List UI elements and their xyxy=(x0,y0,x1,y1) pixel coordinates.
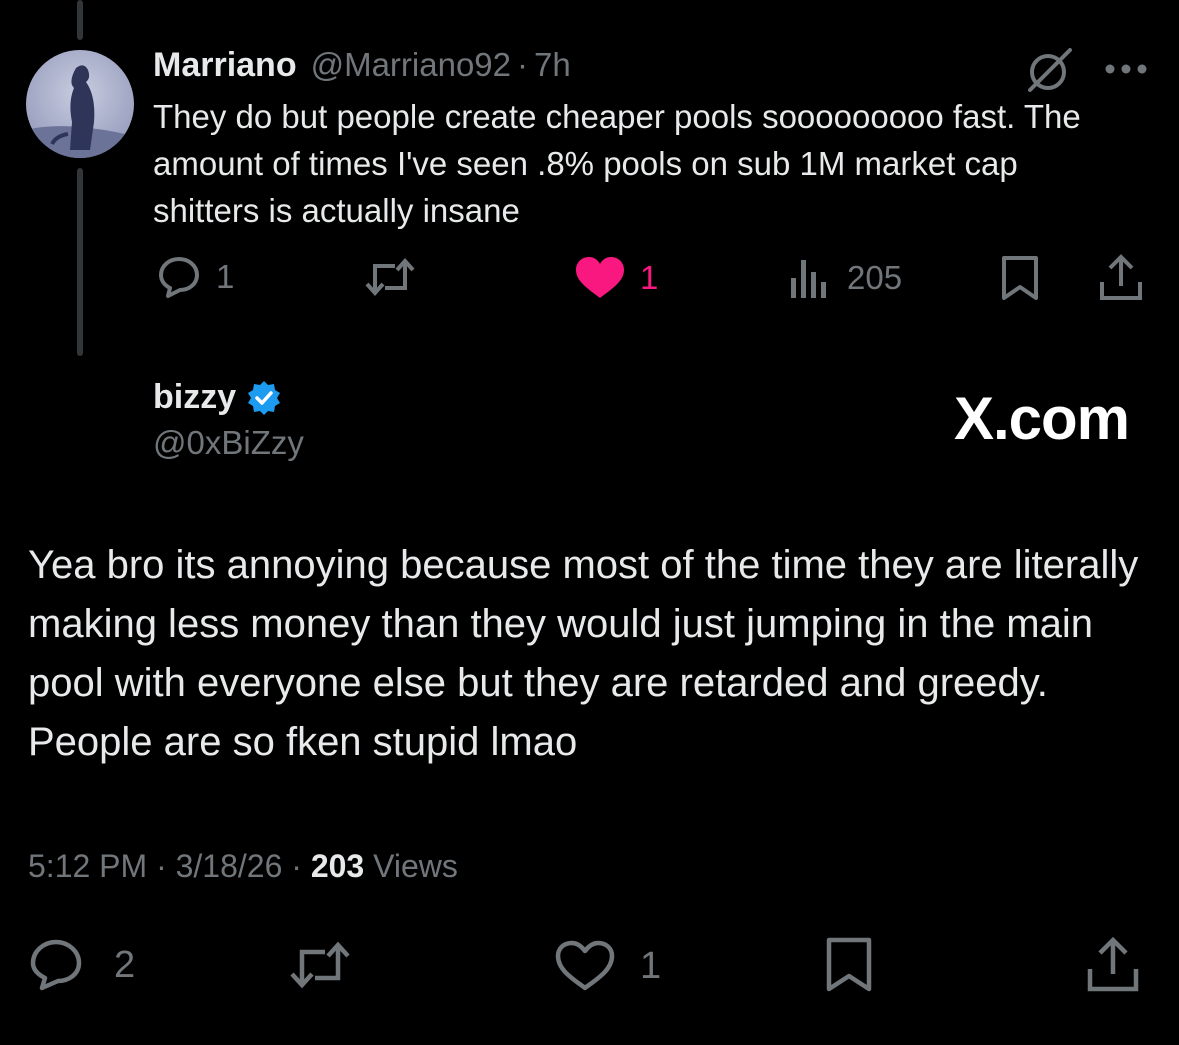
main-like-count: 1 xyxy=(640,944,662,987)
views-icon xyxy=(791,260,826,298)
main-retweet-button[interactable] xyxy=(287,940,353,990)
bookmark-icon xyxy=(826,937,872,992)
share-icon xyxy=(1100,254,1142,300)
main-reply-count: 2 xyxy=(114,943,136,986)
retweet-icon xyxy=(365,257,415,297)
views-count: 205 xyxy=(847,259,903,296)
reply-header: Marriano @Marriano92 · 7h xyxy=(153,46,571,85)
post-date[interactable]: 3/18/26 xyxy=(176,848,283,884)
reply-time[interactable]: 7h xyxy=(534,46,571,84)
reply-count: 1 xyxy=(216,258,235,295)
retweet-button[interactable] xyxy=(363,256,417,298)
reply-author-handle[interactable]: @Marriano92 xyxy=(311,46,511,84)
main-bookmark-button[interactable] xyxy=(822,936,876,999)
share-icon xyxy=(1087,936,1139,992)
separator: · xyxy=(291,848,302,884)
share-button[interactable] xyxy=(1098,254,1144,307)
avatar[interactable] xyxy=(26,50,134,158)
post-time[interactable]: 5:12 PM xyxy=(28,848,147,884)
more-icon[interactable] xyxy=(1104,62,1148,81)
reply-author-name[interactable]: Marriano xyxy=(153,46,297,85)
main-reply-button[interactable]: 2 xyxy=(28,938,135,992)
main-share-button[interactable] xyxy=(1085,936,1141,999)
like-count: 1 xyxy=(640,259,659,296)
xcom-watermark: X.com xyxy=(953,385,1130,452)
main-post-text: Yea bro its annoying because most of the… xyxy=(28,543,1139,764)
separator: · xyxy=(517,46,529,83)
separator: · xyxy=(156,848,167,884)
post-meta: 5:12 PM · 3/18/26 · 203 Views xyxy=(28,848,458,885)
main-author-handle[interactable]: @0xBiZzy xyxy=(153,424,304,462)
like-icon xyxy=(576,257,624,298)
reply-text: They do but people create cheaper pools … xyxy=(153,98,1081,229)
views-button[interactable]: 205 xyxy=(789,256,902,300)
like-button[interactable]: 1 xyxy=(574,256,658,300)
thread-line xyxy=(77,168,83,356)
retweet-icon xyxy=(290,941,350,989)
bookmark-icon xyxy=(1002,256,1038,300)
bookmark-button[interactable] xyxy=(998,254,1042,307)
views-label: Views xyxy=(373,848,458,884)
reply-button[interactable]: 1 xyxy=(156,254,234,300)
reply-icon xyxy=(30,939,82,991)
reply-icon xyxy=(159,257,199,298)
like-icon xyxy=(555,940,615,991)
verified-badge-icon xyxy=(248,380,281,415)
thread-line-top xyxy=(77,0,83,40)
views-count-main: 203 xyxy=(310,848,365,884)
main-like-button[interactable]: 1 xyxy=(554,940,661,992)
main-author: bizzy xyxy=(153,378,282,417)
main-author-name[interactable]: bizzy xyxy=(153,378,236,417)
